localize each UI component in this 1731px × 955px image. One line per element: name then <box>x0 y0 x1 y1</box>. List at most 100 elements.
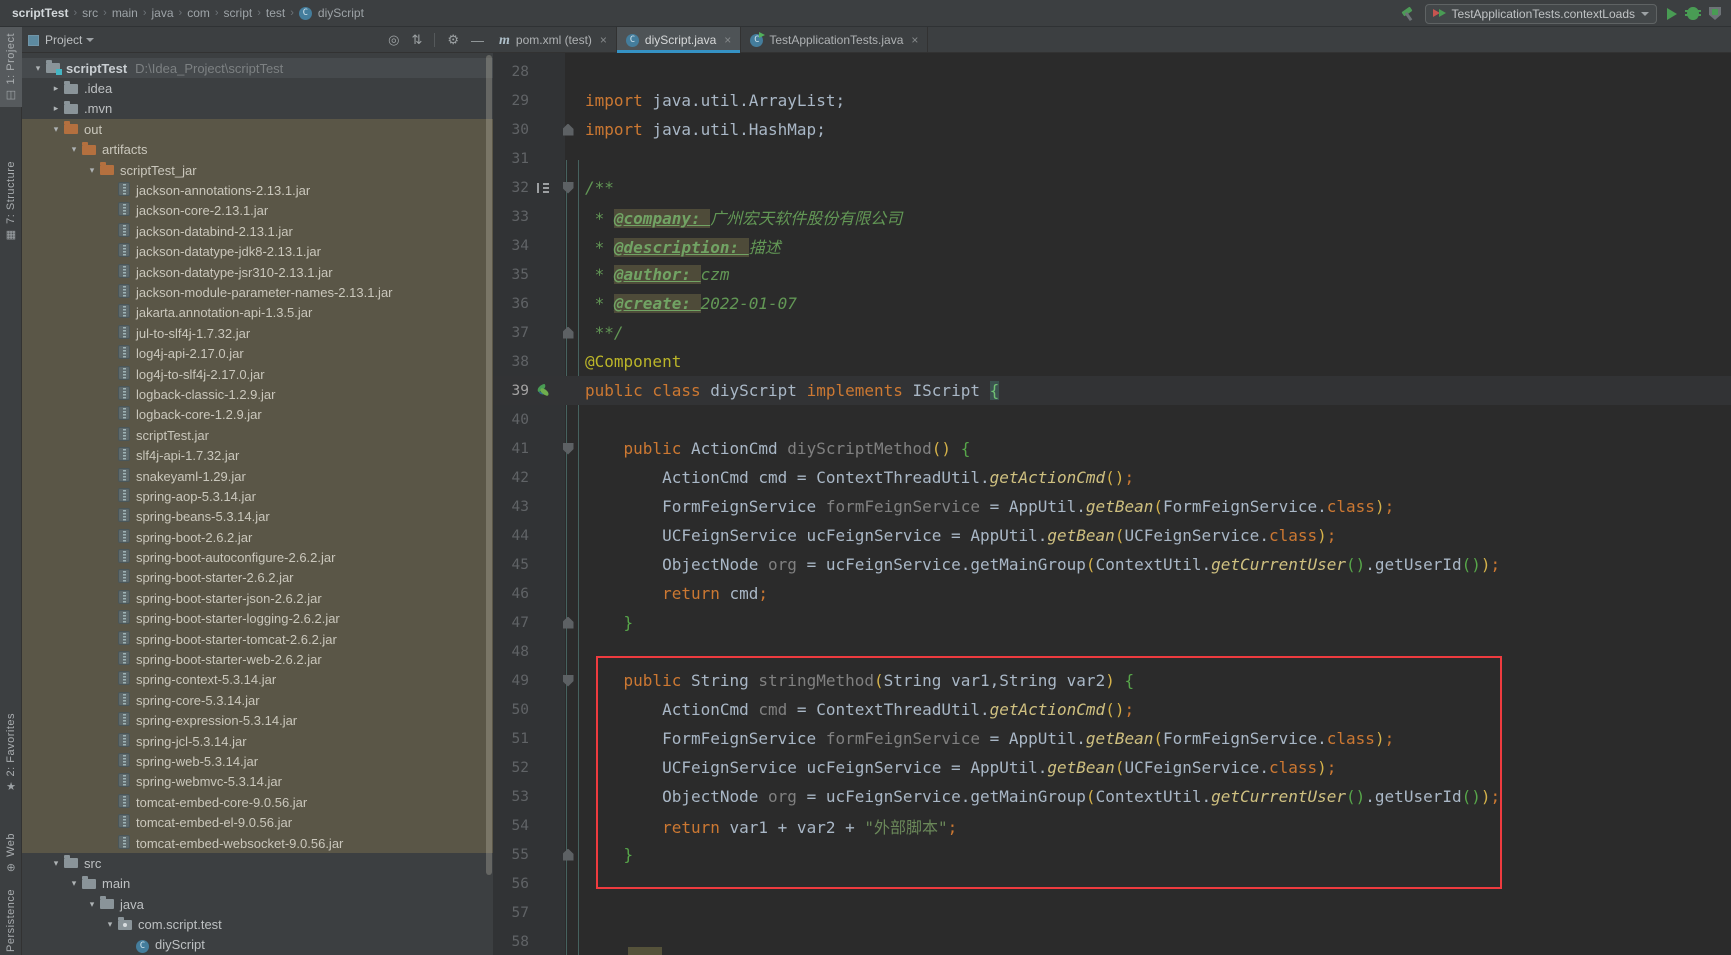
code-line-52[interactable]: 52 UCFeignService ucFeignService = AppUt… <box>493 753 1731 782</box>
line-number[interactable]: 50 <box>493 702 535 718</box>
build-hammer-icon[interactable] <box>1401 7 1415 21</box>
tree-row-logback-classic-1-2-9-jar[interactable]: logback-classic-1.2.9.jar <box>22 384 493 404</box>
fold-marker[interactable] <box>551 124 585 136</box>
chevron-expanded-icon[interactable]: ▾ <box>66 878 82 889</box>
tree-row-spring-boot-starter-2-6-2-jar[interactable]: spring-boot-starter-2.6.2.jar <box>22 568 493 588</box>
chevron-expanded-icon[interactable]: ▾ <box>48 858 64 869</box>
line-number[interactable]: 58 <box>493 934 535 950</box>
code-line-56[interactable]: 56 <box>493 869 1731 898</box>
tree-row-log4j-api-2-17-0-jar[interactable]: log4j-api-2.17.0.jar <box>22 343 493 363</box>
tree-row-spring-core-5-3-14-jar[interactable]: spring-core-5.3.14.jar <box>22 690 493 710</box>
tree-row-diyScript[interactable]: CdiyScript <box>22 935 493 955</box>
line-number[interactable]: 43 <box>493 499 535 515</box>
fold-close-icon[interactable] <box>563 617 574 629</box>
project-panel-title[interactable]: Project <box>45 33 82 47</box>
line-number[interactable]: 44 <box>493 528 535 544</box>
project-scrollbar[interactable] <box>486 55 492 875</box>
line-number[interactable]: 40 <box>493 412 535 428</box>
tool-button-7-Structure[interactable]: 7: Structure▦ <box>0 155 22 247</box>
line-number[interactable]: 36 <box>493 296 535 312</box>
tool-button-Web[interactable]: Web⊕ <box>0 827 22 880</box>
tree-row-main[interactable]: ▾main <box>22 874 493 894</box>
tree-row-spring-jcl-5-3-14-jar[interactable]: spring-jcl-5.3.14.jar <box>22 731 493 751</box>
code-line-34[interactable]: 34 * @description: 描述 <box>493 231 1731 260</box>
code-line-41[interactable]: 41 public ActionCmd diyScriptMethod() { <box>493 434 1731 463</box>
line-number[interactable]: 49 <box>493 673 535 689</box>
editor-tab-diyScript-java[interactable]: CdiyScript.java× <box>617 27 741 53</box>
line-number[interactable]: 57 <box>493 905 535 921</box>
run-icon[interactable] <box>1667 8 1677 20</box>
chevron-down-icon[interactable] <box>86 38 94 42</box>
fold-marker[interactable] <box>551 675 585 687</box>
run-configuration-select[interactable]: TestApplicationTests.contextLoads <box>1425 4 1657 24</box>
settings-icon[interactable]: ⚙ <box>447 32 459 48</box>
code-line-35[interactable]: 35 * @author: czm <box>493 260 1731 289</box>
code-line-49[interactable]: 49 public String stringMethod(String var… <box>493 666 1731 695</box>
breadcrumb-item-test[interactable]: test <box>266 6 285 20</box>
tree-row-log4j-to-slf4j-2-17-0-jar[interactable]: log4j-to-slf4j-2.17.0.jar <box>22 364 493 384</box>
code-line-47[interactable]: 47 } <box>493 608 1731 637</box>
tree-row-jackson-module-parameter-names-2-13-1-jar[interactable]: jackson-module-parameter-names-2.13.1.ja… <box>22 282 493 302</box>
tree-row-spring-webmvc-5-3-14-jar[interactable]: spring-webmvc-5.3.14.jar <box>22 772 493 792</box>
editor-tab-pom-xml-test-[interactable]: mpom.xml (test)× <box>490 27 617 53</box>
code-line-55[interactable]: 55 } <box>493 840 1731 869</box>
tree-row-spring-aop-5-3-14-jar[interactable]: spring-aop-5.3.14.jar <box>22 486 493 506</box>
tree-row-spring-boot-2-6-2-jar[interactable]: spring-boot-2.6.2.jar <box>22 527 493 547</box>
line-number[interactable]: 48 <box>493 644 535 660</box>
code-line-33[interactable]: 33 * @company: 广州宏天软件股份有限公司 <box>493 202 1731 231</box>
line-number[interactable]: 53 <box>493 789 535 805</box>
debug-icon[interactable] <box>1687 7 1699 20</box>
line-number[interactable]: 47 <box>493 615 535 631</box>
line-number[interactable]: 56 <box>493 876 535 892</box>
fold-marker[interactable] <box>551 617 585 629</box>
chevron-expanded-icon[interactable]: ▾ <box>30 63 46 74</box>
line-number[interactable]: 35 <box>493 267 535 283</box>
fold-open-icon[interactable] <box>563 182 574 194</box>
line-number[interactable]: 29 <box>493 93 535 109</box>
code-line-53[interactable]: 53 ObjectNode org = ucFeignService.getMa… <box>493 782 1731 811</box>
tree-row-out[interactable]: ▾out <box>22 119 493 139</box>
code-line-50[interactable]: 50 ActionCmd cmd = ContextThreadUtil.get… <box>493 695 1731 724</box>
code-line-57[interactable]: 57 <box>493 898 1731 927</box>
line-number[interactable]: 42 <box>493 470 535 486</box>
fold-close-icon[interactable] <box>563 327 574 339</box>
tree-row-jakarta-annotation-api-1-3-5-jar[interactable]: jakarta.annotation-api-1.3.5.jar <box>22 303 493 323</box>
line-number[interactable]: 46 <box>493 586 535 602</box>
line-number[interactable]: 45 <box>493 557 535 573</box>
line-number[interactable]: 28 <box>493 64 535 80</box>
chevron-expanded-icon[interactable]: ▾ <box>84 165 100 176</box>
tool-button-Persistence[interactable]: Persistence▤ <box>0 883 22 955</box>
tree-row-src[interactable]: ▾src <box>22 853 493 873</box>
chevron-expanded-icon[interactable]: ▾ <box>84 899 100 910</box>
fold-marker[interactable] <box>551 182 585 194</box>
tree-row-spring-boot-starter-tomcat-2-6-2-jar[interactable]: spring-boot-starter-tomcat-2.6.2.jar <box>22 629 493 649</box>
code-line-37[interactable]: 37 **/ <box>493 318 1731 347</box>
close-icon[interactable]: × <box>911 33 918 47</box>
tree-row-tomcat-embed-el-9-0-56-jar[interactable]: tomcat-embed-el-9.0.56.jar <box>22 812 493 832</box>
line-number[interactable]: 32 <box>493 180 535 196</box>
code-line-42[interactable]: 42 ActionCmd cmd = ContextThreadUtil.get… <box>493 463 1731 492</box>
tree-row-jackson-databind-2-13-1-jar[interactable]: jackson-databind-2.13.1.jar <box>22 221 493 241</box>
tree-row-jackson-core-2-13-1-jar[interactable]: jackson-core-2.13.1.jar <box>22 201 493 221</box>
tree-row-spring-boot-starter-json-2-6-2-jar[interactable]: spring-boot-starter-json-2.6.2.jar <box>22 588 493 608</box>
editor-tab-TestApplicationTests-java[interactable]: CTestApplicationTests.java× <box>741 27 928 53</box>
tree-row-scriptTest-jar[interactable]: ▾scriptTest_jar <box>22 160 493 180</box>
line-number[interactable]: 54 <box>493 818 535 834</box>
chevron-expanded-icon[interactable]: ▾ <box>102 919 118 930</box>
tree-row-java[interactable]: ▾java <box>22 894 493 914</box>
tree-row-spring-boot-starter-web-2-6-2-jar[interactable]: spring-boot-starter-web-2.6.2.jar <box>22 649 493 669</box>
code-line-38[interactable]: 38@Component <box>493 347 1731 376</box>
line-number[interactable]: 55 <box>493 847 535 863</box>
hide-panel-icon[interactable]: — <box>471 33 484 48</box>
locate-icon[interactable]: ◎ <box>388 32 399 48</box>
breadcrumb-item-java[interactable]: java <box>152 6 174 20</box>
code-line-29[interactable]: 29import java.util.ArrayList; <box>493 86 1731 115</box>
tree-row-scriptTest-jar[interactable]: scriptTest.jar <box>22 425 493 445</box>
line-number[interactable]: 34 <box>493 238 535 254</box>
fold-open-icon[interactable] <box>563 443 574 455</box>
line-number[interactable]: 39 <box>493 383 535 399</box>
tree-row-tomcat-embed-core-9-0-56-jar[interactable]: tomcat-embed-core-9.0.56.jar <box>22 792 493 812</box>
line-number[interactable]: 33 <box>493 209 535 225</box>
breadcrumb-item-src[interactable]: src <box>82 6 98 20</box>
code-line-28[interactable]: 28 <box>493 57 1731 86</box>
